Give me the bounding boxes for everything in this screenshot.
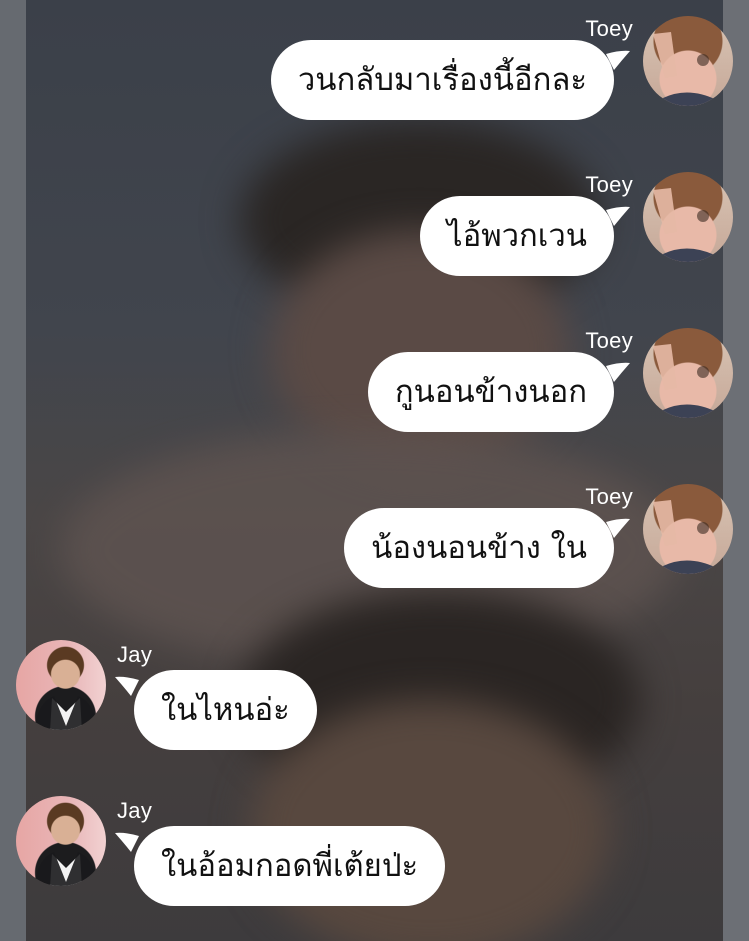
- chat-message-row: Jay ในอ้อมกอดพี่เต้ยป่ะ: [0, 784, 749, 940]
- sender-avatar[interactable]: [643, 172, 733, 262]
- person-avatar-icon: [34, 696, 98, 730]
- person-avatar-icon: [653, 188, 717, 262]
- chat-message-row: Jay ในไหนอ่ะ: [0, 628, 749, 784]
- chat-message-row: Toey ไอ้พวกเวน: [0, 156, 749, 312]
- bubble-tail: [115, 676, 139, 696]
- message-bubble[interactable]: ในอ้อมกอดพี่เต้ยป่ะ: [134, 826, 446, 906]
- sender-avatar[interactable]: [643, 16, 733, 106]
- bubble-tail: [606, 50, 630, 70]
- sender-avatar[interactable]: [643, 484, 733, 574]
- chat-message-row: Toey วนกลับมาเรื่องนี้อีกละ: [0, 0, 749, 156]
- sender-avatar[interactable]: [16, 796, 106, 886]
- bubble-tail: [115, 832, 139, 852]
- person-avatar-icon: [653, 500, 717, 574]
- sender-avatar[interactable]: [643, 328, 733, 418]
- chat-message-row: Toey กูนอนข้างนอก: [0, 312, 749, 468]
- bubble-tail: [606, 518, 630, 538]
- sender-name: Jay: [117, 642, 153, 667]
- sender-name: Jay: [117, 798, 153, 823]
- chat-message-row: Toey น้องนอนข้าง ใน: [0, 468, 749, 624]
- message-bubble[interactable]: กูนอนข้างนอก: [367, 352, 614, 432]
- message-text: วนกลับมาเรื่องนี้อีกละ: [297, 62, 587, 98]
- message-bubble[interactable]: ในไหนอ่ะ: [134, 670, 317, 750]
- sender-avatar[interactable]: [16, 640, 106, 730]
- sender-name: Toey: [585, 172, 633, 197]
- person-avatar-icon: [34, 852, 98, 886]
- message-text: ในอ้อมกอดพี่เต้ยป่ะ: [161, 848, 419, 884]
- message-text: ไอ้พวกเวน: [446, 218, 587, 254]
- sender-name: Toey: [585, 328, 633, 353]
- person-avatar-icon: [653, 344, 717, 418]
- sender-name: Toey: [585, 16, 633, 41]
- chat-message-list[interactable]: Toey วนกลับมาเรื่องนี้อีกละ Toey ไอ้พวกเ: [0, 0, 749, 941]
- message-text: กูนอนข้างนอก: [394, 374, 587, 410]
- message-bubble[interactable]: น้องนอนข้าง ใน: [344, 508, 614, 588]
- message-text: ในไหนอ่ะ: [161, 692, 290, 728]
- bubble-tail: [606, 206, 630, 226]
- message-bubble[interactable]: ไอ้พวกเวน: [419, 196, 614, 276]
- message-bubble[interactable]: วนกลับมาเรื่องนี้อีกละ: [270, 40, 614, 120]
- sender-name: Toey: [585, 484, 633, 509]
- message-text: น้องนอนข้าง ใน: [371, 530, 587, 566]
- bubble-tail: [606, 362, 630, 382]
- person-avatar-icon: [653, 32, 717, 106]
